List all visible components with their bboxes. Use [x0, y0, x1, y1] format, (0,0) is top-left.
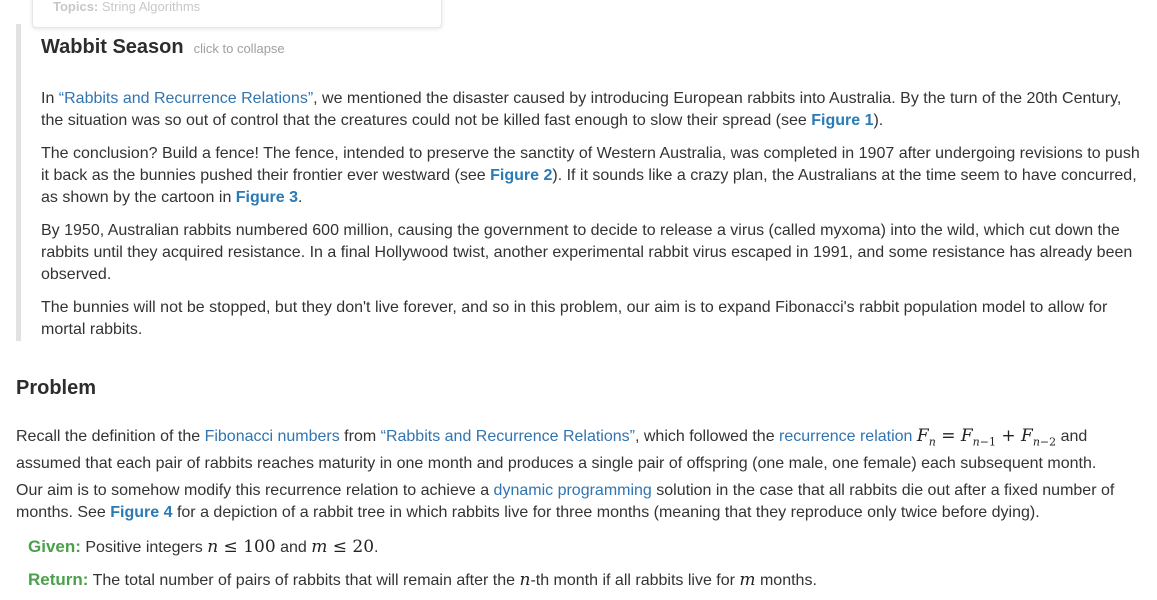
given-line: Given: Positive integers n ≤ 100 and m ≤… — [28, 536, 379, 559]
text: . — [298, 189, 303, 206]
return-label: Return: — [28, 570, 89, 589]
text: , which followed the — [634, 428, 780, 445]
text: Recall the definition of the — [16, 428, 205, 445]
story-paragraph-2: The conclusion? Build a fence! The fence… — [41, 143, 1141, 209]
collapse-hint[interactable]: click to collapse — [194, 41, 285, 56]
story-title[interactable]: Wabbit Season — [41, 36, 184, 58]
given-label: Given: — [28, 537, 81, 556]
text: for a depiction of a rabbit tree in whic… — [172, 504, 1040, 521]
story-title-row[interactable]: Wabbit Season click to collapse — [41, 36, 285, 59]
given-m-formula: m ≤ 20 — [311, 537, 375, 557]
topics-label: Topics: — [53, 0, 99, 14]
recurrence-relation-link[interactable]: recurrence relation — [779, 428, 912, 445]
rabbits-recurrence-link[interactable]: “Rabbits and Recurrence Relations” — [381, 428, 635, 445]
text: The total number of pairs of rabbits tha… — [88, 572, 520, 589]
story-paragraph-1: In “Rabbits and Recurrence Relations”, w… — [41, 88, 1141, 132]
problem-paragraph-1: Recall the definition of the Fibonacci n… — [16, 425, 1141, 475]
return-line: Return: The total number of pairs of rab… — [28, 569, 817, 592]
text: from — [339, 428, 381, 445]
figure-2-link[interactable]: Figure 2 — [490, 167, 552, 184]
fibonacci-recurrence-formula: Fn = Fn−1 + Fn−2 — [916, 426, 1057, 449]
problem-paragraph-2: Our aim is to somehow modify this recurr… — [16, 480, 1141, 524]
topics-text: Topics: String Algorithms — [53, 0, 200, 14]
figure-4-link[interactable]: Figure 4 — [110, 504, 172, 521]
topics-value: String Algorithms — [101, 0, 201, 14]
fibonacci-numbers-link[interactable]: Fibonacci numbers — [205, 428, 340, 445]
text: . — [374, 539, 379, 556]
given-n-formula: n ≤ 100 — [207, 537, 276, 557]
return-n-symbol: n — [519, 570, 531, 590]
story-section: Wabbit Season click to collapse In “Rabbi… — [16, 24, 1141, 341]
text: Our aim is to somehow modify this recurr… — [16, 482, 494, 499]
problem-heading: Problem — [16, 377, 97, 399]
return-m-symbol: m — [739, 570, 756, 590]
text: ). — [873, 112, 884, 129]
text: -th month if all rabbits live for — [530, 572, 740, 589]
story-paragraph-4: The bunnies will not be stopped, but the… — [41, 299, 1108, 338]
figure-3-link[interactable]: Figure 3 — [236, 189, 298, 206]
story-paragraph-3: By 1950, Australian rabbits numbered 600… — [41, 222, 1133, 283]
rabbits-recurrence-link[interactable]: “Rabbits and Recurrence Relations” — [59, 90, 313, 107]
text: Positive integers — [80, 539, 208, 556]
text: months. — [755, 572, 817, 589]
text: In — [41, 90, 59, 107]
text: and — [275, 539, 312, 556]
figure-1-link[interactable]: Figure 1 — [811, 112, 873, 129]
dynamic-programming-link[interactable]: dynamic programming — [494, 482, 652, 499]
